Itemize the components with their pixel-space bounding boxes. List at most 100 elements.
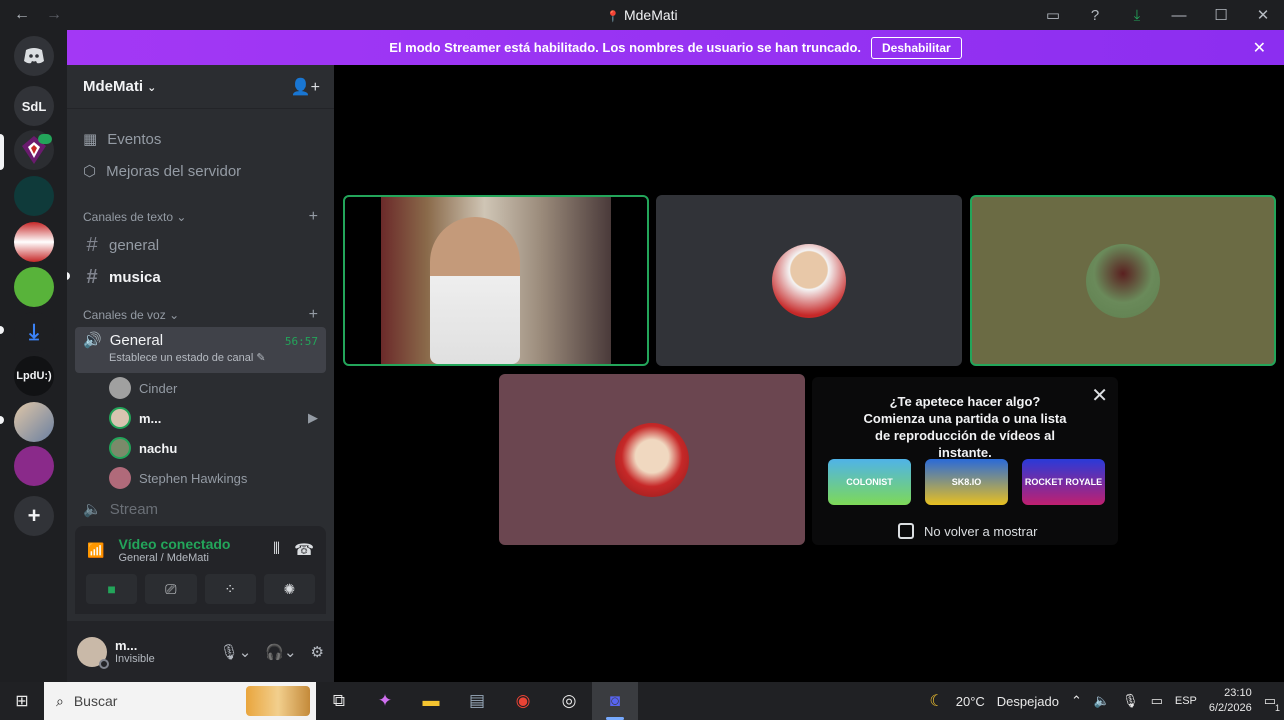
- activities-button[interactable]: ⁘: [204, 574, 256, 604]
- back-arrow-icon[interactable]: ←: [14, 6, 30, 24]
- server-header[interactable]: MdeMati ⌄ 👤+: [67, 65, 334, 109]
- text-channels-category[interactable]: Canales de texto ⌄ +: [67, 205, 334, 229]
- avatar: [615, 422, 689, 497]
- minimize-button[interactable]: —: [1158, 0, 1200, 30]
- user-name: m...: [115, 638, 138, 653]
- checkbox[interactable]: [898, 523, 914, 539]
- activity-body: Comienza una partida o una lista de repr…: [863, 411, 1067, 460]
- copilot-icon[interactable]: ✦: [362, 682, 408, 720]
- close-window-button[interactable]: ✕: [1242, 0, 1284, 30]
- calendar-icon: ▦: [83, 131, 98, 148]
- server-list: SdL ⤓ LpdU:) +: [0, 30, 67, 682]
- pin-icon: 📍: [606, 11, 621, 23]
- voice-user[interactable]: m... ▶: [67, 403, 334, 433]
- notification-badge: [38, 134, 52, 144]
- video-tile-user[interactable]: [970, 195, 1276, 366]
- noise-suppression-icon[interactable]: ⦀: [273, 541, 280, 559]
- disable-streamer-button[interactable]: Deshabilitar: [871, 36, 962, 59]
- download-apps-icon[interactable]: ⤓: [14, 312, 54, 352]
- avatar: [109, 437, 131, 459]
- network-icon[interactable]: ▭: [1151, 693, 1163, 709]
- maximize-button[interactable]: ☐: [1200, 0, 1242, 30]
- voice-user[interactable]: Cinder: [67, 373, 334, 403]
- app-icon[interactable]: ▤: [454, 682, 500, 720]
- weather-desc[interactable]: Despejado: [997, 694, 1059, 709]
- language-indicator[interactable]: ESP: [1175, 695, 1197, 707]
- unread-pill: [0, 416, 4, 424]
- avatar: [109, 467, 131, 489]
- obs-icon[interactable]: ◎: [546, 682, 592, 720]
- guild-icon[interactable]: [14, 176, 54, 216]
- connection-status[interactable]: Vídeo conectado: [118, 536, 259, 552]
- add-server-icon[interactable]: +: [14, 496, 54, 536]
- microphone-icon[interactable]: 🎙⌄: [220, 643, 252, 661]
- voice-channels-category[interactable]: Canales de voz ⌄ +: [67, 303, 334, 327]
- avatar: [109, 377, 131, 399]
- voice-channel-stream[interactable]: 🔈 Stream: [67, 493, 334, 525]
- avatar: [1086, 243, 1160, 318]
- mic-tray-icon[interactable]: 🎙: [1122, 693, 1139, 709]
- guild-sdl[interactable]: SdL: [14, 86, 54, 126]
- game-colonist[interactable]: COLONIST: [828, 459, 911, 505]
- channel-musica[interactable]: # musica: [67, 261, 334, 293]
- avatar[interactable]: [77, 636, 109, 669]
- dont-show-again[interactable]: No volver a mostrar: [898, 523, 1037, 539]
- settings-gear-icon[interactable]: ⚙: [311, 643, 324, 661]
- camera-button[interactable]: ■: [86, 574, 138, 604]
- forward-arrow-icon[interactable]: →: [46, 6, 62, 24]
- chevron-up-icon[interactable]: ⌃: [1071, 693, 1082, 709]
- inbox-icon[interactable]: ▭: [1032, 0, 1074, 30]
- active-server-pill: [0, 134, 4, 170]
- channel-status[interactable]: Establece un estado de canal ✎: [83, 351, 318, 364]
- screen-share-button[interactable]: ⎚: [145, 574, 197, 604]
- notification-icon[interactable]: ▭ 1: [1264, 693, 1280, 713]
- voice-channel-general[interactable]: 🔊 General 56:57 Establece un estado de c…: [75, 327, 326, 373]
- weather-temp[interactable]: 20°C: [956, 694, 985, 709]
- game-sk8[interactable]: SK8.IO: [925, 459, 1008, 505]
- voice-user[interactable]: nachu: [67, 433, 334, 463]
- video-tile-webcam[interactable]: [343, 195, 649, 366]
- video-tile-user[interactable]: [656, 195, 962, 366]
- avatar: [109, 407, 131, 429]
- disconnect-icon[interactable]: ☎: [294, 540, 314, 560]
- guild-icon[interactable]: [14, 402, 54, 442]
- video-tile-user[interactable]: [499, 374, 805, 545]
- chrome-icon[interactable]: ◉: [500, 682, 546, 720]
- download-icon[interactable]: ⤓: [1116, 0, 1158, 30]
- add-channel-icon[interactable]: +: [309, 208, 318, 226]
- events-item[interactable]: ▦ Eventos: [67, 123, 334, 155]
- clock[interactable]: 23:10 6/2/2026: [1209, 686, 1252, 716]
- server-boost-item[interactable]: ⬡ Mejoras del servidor: [67, 155, 334, 187]
- video-camera-icon: ▶: [308, 410, 318, 425]
- unread-pill: [0, 326, 4, 334]
- guild-icon[interactable]: [14, 267, 54, 307]
- volume-icon[interactable]: 🔈: [1094, 693, 1110, 709]
- taskbar-search[interactable]: ⌕ Buscar: [44, 682, 316, 720]
- help-icon[interactable]: ?: [1074, 0, 1116, 30]
- search-highlight-image: [246, 686, 310, 716]
- guild-icon[interactable]: [14, 446, 54, 486]
- invite-people-icon[interactable]: 👤+: [291, 77, 320, 97]
- game-rocket-royale[interactable]: ROCKET ROYALE: [1022, 459, 1105, 505]
- guild-lpdu[interactable]: LpdU:): [14, 356, 54, 396]
- add-channel-icon[interactable]: +: [309, 306, 318, 324]
- guild-icon[interactable]: [14, 222, 54, 262]
- discord-taskbar-icon[interactable]: ◙: [592, 682, 638, 720]
- voice-user[interactable]: Stephen Hawkings: [67, 463, 334, 493]
- voice-connection-panel: 📶 Vídeo conectado General / MdeMati ⦀ ☎ …: [75, 526, 326, 614]
- soundboard-button[interactable]: ✺: [263, 574, 315, 604]
- headphones-icon[interactable]: 🎧⌄: [265, 643, 296, 661]
- soundboard-icon: ✺: [283, 580, 296, 597]
- camera-icon: ■: [107, 581, 116, 597]
- discord-home-icon[interactable]: [14, 36, 54, 76]
- unread-pill: [67, 272, 70, 280]
- boost-icon: ⬡: [83, 163, 97, 180]
- chevron-down-icon: ⌄: [147, 82, 157, 94]
- file-explorer-icon[interactable]: ▬: [408, 682, 454, 720]
- channel-general[interactable]: # general: [67, 229, 334, 261]
- user-status: Invisible: [115, 653, 155, 665]
- person-silhouette: [430, 217, 520, 364]
- close-banner-icon[interactable]: ✕: [1253, 38, 1266, 58]
- task-view-icon[interactable]: ⧉: [316, 682, 362, 720]
- windows-start-icon[interactable]: ⊞: [0, 682, 44, 720]
